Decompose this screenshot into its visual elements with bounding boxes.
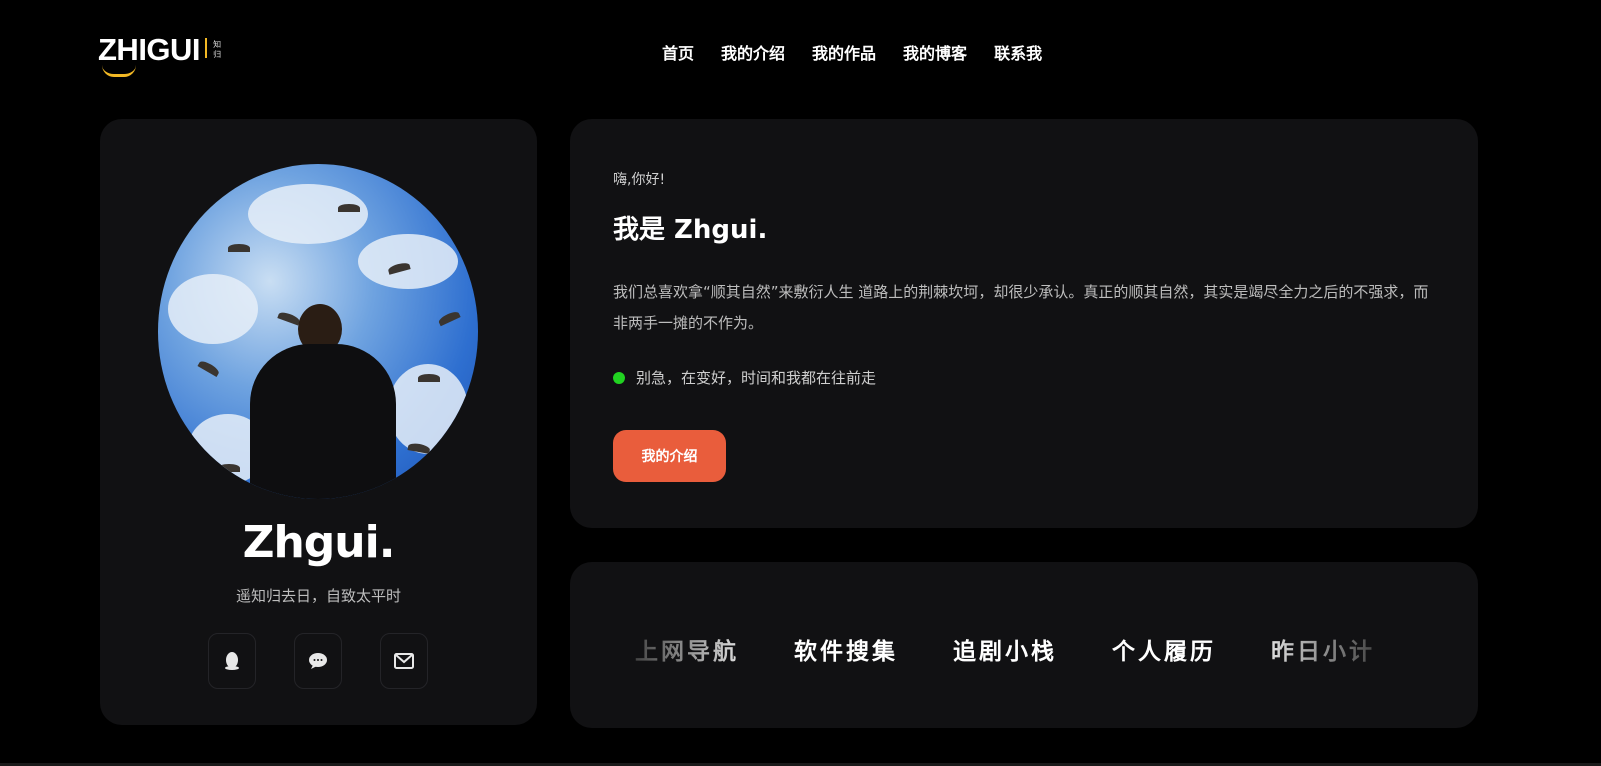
intro-paragraph: 我们总喜欢拿“顺其自然”来敷衍人生 道路上的荆棘坎坷，却很少承认。真正的顺其自然…	[613, 283, 1429, 332]
status-line: 别急，在变好，时间和我都在往前走	[613, 367, 876, 388]
profile-name: Zhgui.	[242, 517, 396, 568]
about-me-button[interactable]: 我的介绍	[613, 430, 726, 482]
quick-links: 上网导航 软件搜集 追剧小栈 个人履历 昨日小计	[635, 632, 1375, 666]
nav-home[interactable]: 首页	[662, 40, 694, 64]
logo-text: ZHIGUI	[98, 32, 201, 67]
logo-divider	[205, 38, 208, 58]
logo-smile-icon	[102, 65, 136, 77]
link-software[interactable]: 软件搜集	[794, 632, 898, 666]
mail-button[interactable]	[380, 633, 428, 689]
link-drama[interactable]: 追剧小栈	[953, 632, 1057, 666]
link-diary[interactable]: 昨日小计	[1271, 632, 1375, 666]
qq-icon	[225, 652, 239, 670]
status-dot-icon	[613, 371, 625, 384]
social-links	[208, 633, 428, 689]
chat-button[interactable]	[294, 633, 342, 689]
status-text: 别急，在变好，时间和我都在往前走	[636, 369, 877, 387]
logo-subtitle: 知归	[213, 40, 222, 59]
headline: 我是 Zhgui.	[613, 215, 768, 245]
avatar	[158, 164, 478, 499]
profile-card: Zhgui. 遥知归去日，自致太平时	[100, 119, 537, 725]
quick-links-card: 上网导航 软件搜集 追剧小栈 个人履历 昨日小计	[570, 562, 1478, 728]
main-nav: 首页 我的介绍 我的作品 我的博客 联系我	[662, 40, 1069, 64]
nav-about[interactable]: 我的介绍	[721, 40, 785, 64]
intro-card: 嗨,你好! 我是 Zhgui. 我们总喜欢拿“顺其自然”来敷衍人生 道路上的荆棘…	[570, 119, 1478, 528]
link-navigation[interactable]: 上网导航	[635, 632, 739, 666]
profile-motto: 遥知归去日，自致太平时	[235, 587, 401, 605]
mail-icon	[394, 653, 414, 669]
qq-button[interactable]	[208, 633, 256, 689]
link-resume[interactable]: 个人履历	[1112, 632, 1216, 666]
nav-contact[interactable]: 联系我	[994, 40, 1042, 64]
nav-works[interactable]: 我的作品	[812, 40, 876, 64]
chat-icon	[309, 653, 327, 669]
greeting: 嗨,你好!	[613, 172, 666, 188]
site-logo[interactable]: ZHIGUI 知归	[98, 32, 222, 77]
nav-blog[interactable]: 我的博客	[903, 40, 967, 64]
